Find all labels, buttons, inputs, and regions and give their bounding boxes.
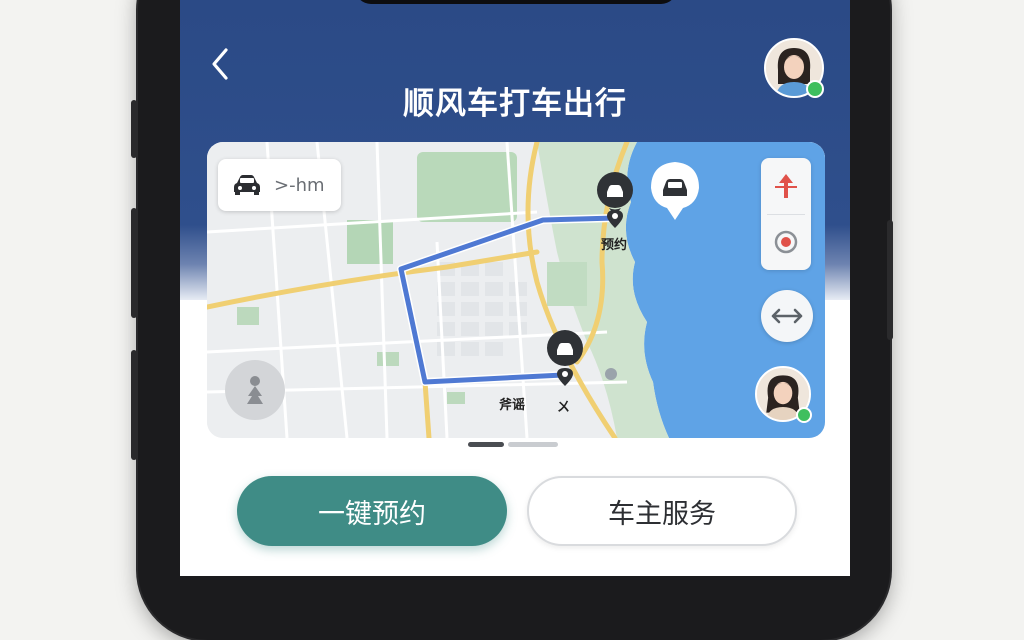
phone-notch bbox=[355, 0, 677, 4]
car-start-pin[interactable] bbox=[545, 328, 585, 386]
swap-button[interactable] bbox=[761, 290, 813, 342]
chevron-left-icon bbox=[212, 48, 228, 80]
online-status-dot bbox=[806, 80, 824, 98]
car-location-pin[interactable] bbox=[595, 170, 635, 228]
eta-chip: >-hm bbox=[218, 159, 341, 211]
compass-arrow-icon bbox=[775, 174, 797, 198]
start-symbol: ㄨ bbox=[557, 400, 571, 415]
phone-side-button bbox=[131, 350, 137, 460]
person-silhouette-icon bbox=[247, 376, 263, 404]
page-title: 顺风车打车出行 bbox=[403, 86, 627, 122]
phone-screen: 顺风车打车出行 >-hm 预约 斧谣 ㄨ 一键预约 车主服务 bbox=[180, 0, 850, 576]
map-controls bbox=[761, 158, 811, 270]
driver-services-button[interactable]: 车主服务 bbox=[527, 476, 797, 546]
compass-button[interactable] bbox=[761, 158, 811, 214]
locate-icon bbox=[774, 230, 798, 254]
car-callout-marker[interactable] bbox=[649, 160, 701, 222]
person-locator-button[interactable] bbox=[225, 360, 285, 420]
driver-avatar[interactable] bbox=[755, 366, 812, 423]
car-icon bbox=[234, 175, 260, 195]
sheet-drag-handle[interactable] bbox=[468, 442, 558, 447]
phone-side-button bbox=[131, 208, 137, 318]
swap-arrows-icon bbox=[771, 308, 803, 324]
user-avatar[interactable] bbox=[764, 38, 824, 98]
locate-button[interactable] bbox=[761, 214, 811, 270]
pickup-label: 预约 bbox=[601, 238, 628, 253]
phone-side-button bbox=[131, 100, 137, 158]
map-view[interactable]: >-hm 预约 斧谣 ㄨ bbox=[207, 142, 825, 438]
start-label: 斧谣 bbox=[499, 398, 526, 413]
one-tap-booking-button[interactable]: 一键预约 bbox=[237, 476, 507, 546]
online-status-dot bbox=[796, 407, 812, 423]
phone-side-button bbox=[887, 220, 893, 340]
eta-text: >-hm bbox=[274, 174, 325, 196]
